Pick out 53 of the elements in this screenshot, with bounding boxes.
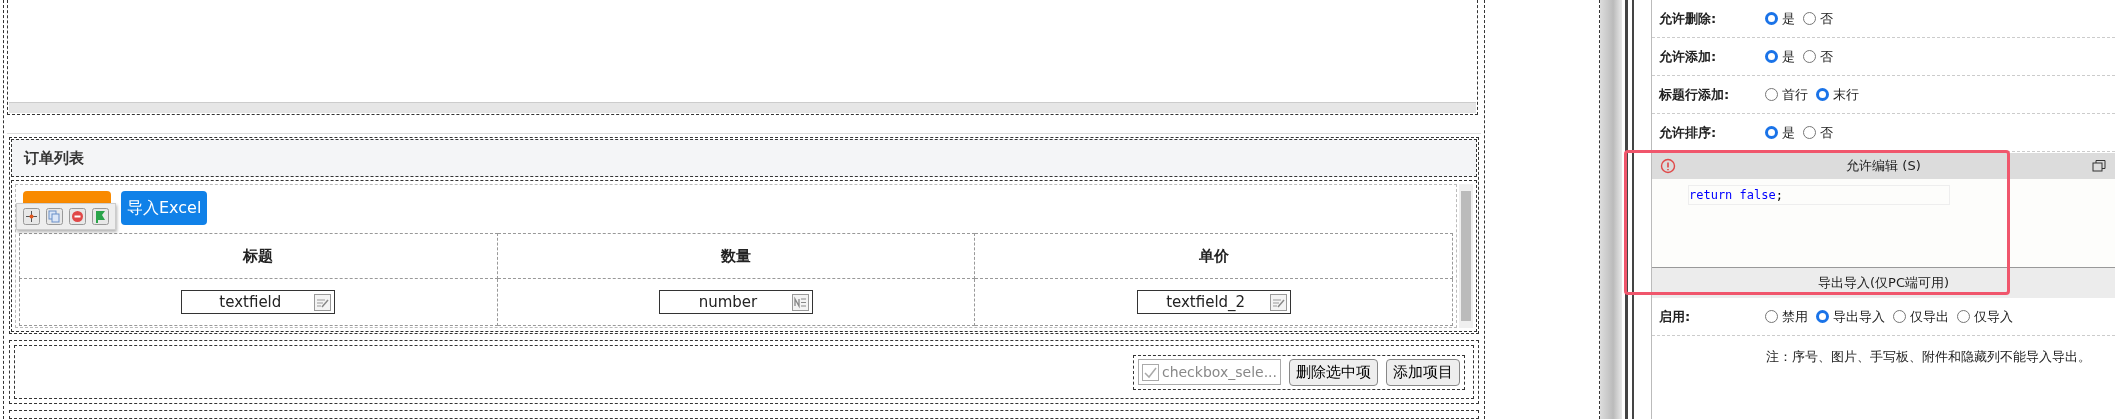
radio-button[interactable] [1765,12,1778,25]
radio-label: 末行 [1833,85,1859,104]
radio-button[interactable] [1803,126,1816,139]
input-field[interactable]: textfield_2 [1136,290,1291,314]
action-button[interactable]: 添加项目 [1386,358,1460,386]
radio-button[interactable] [1765,126,1778,139]
radio-button[interactable] [1765,310,1778,323]
number-field-icon [792,293,809,311]
radio-button[interactable] [1957,310,1970,323]
import-button[interactable]: 导入Excel [121,191,208,225]
checkbox-icon [1141,363,1159,381]
text-field-icon [314,293,332,311]
property-label: 允许删除: [1659,9,1718,28]
radio-label: 仅导出 [1910,307,1949,326]
radio-label: 仅导入 [1974,307,2013,326]
radio-label: 禁用 [1782,307,1808,326]
property-label: 允许排序: [1659,123,1718,142]
radio-button[interactable] [1765,88,1778,101]
section-title: 订单列表 [24,148,84,168]
radio-label: 否 [1820,9,1833,28]
radio-label: 首行 [1782,85,1808,104]
input-field[interactable]: number [659,290,813,314]
note-text: 注：序号、图片、手写板、附件和隐藏列不能导入导出。 [1765,348,2092,366]
action-button[interactable]: 删除选中项 [1289,358,1378,386]
radio-button[interactable] [1816,310,1829,323]
radio-button[interactable] [1803,50,1816,63]
radio-label: 否 [1820,47,1833,66]
property-label: 标题行添加: [1659,85,1731,104]
radio-label: 是 [1782,123,1795,142]
code-editor[interactable]: return false; [1652,179,2115,268]
copy-icon[interactable] [46,208,63,225]
radio-button[interactable] [1816,88,1829,101]
column-header: 数量 [497,233,975,279]
move-icon[interactable] [23,208,40,225]
checkbox-field[interactable]: checkbox_sele... [1137,359,1281,385]
input-field[interactable]: textfield [181,290,336,314]
radio-button[interactable] [1765,50,1778,63]
property-label: 允许添加: [1659,47,1718,66]
radio-button[interactable] [1803,12,1816,25]
info-icon [1660,158,1676,174]
column-header: 标题 [19,233,498,279]
editor-title: 允许编辑 (S) [1845,157,1922,175]
restore-icon[interactable] [2091,158,2107,174]
flag-icon[interactable] [92,208,109,225]
radio-label: 否 [1820,123,1833,142]
property-label: 启用: [1659,307,1692,326]
text-field-icon [1269,293,1287,311]
radio-label: 是 [1782,9,1795,28]
column-header: 单价 [974,233,1453,279]
radio-label: 是 [1782,47,1795,66]
radio-button[interactable] [1893,310,1906,323]
delete-icon[interactable] [69,208,86,225]
radio-label: 导出导入 [1833,307,1885,326]
